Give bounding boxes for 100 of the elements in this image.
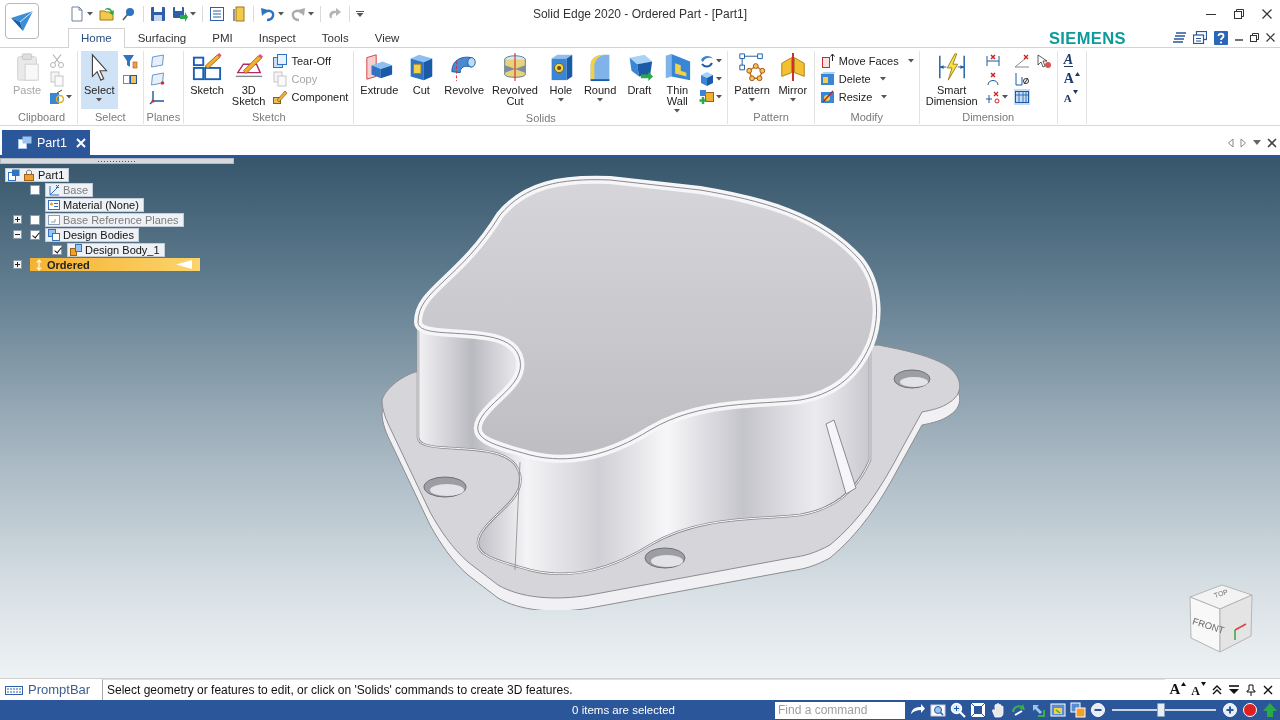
ribbon-tab[interactable]: Home (68, 28, 125, 48)
collapse-icon[interactable] (13, 230, 22, 239)
fit-icon[interactable] (970, 702, 986, 718)
expand-icon[interactable] (13, 260, 22, 269)
text-style-button[interactable]: A (1060, 88, 1083, 106)
hand-icon[interactable] (990, 702, 1006, 718)
close-icon[interactable] (1266, 33, 1275, 42)
tree-item[interactable]: Base Reference Planes (45, 212, 184, 227)
door-icon[interactable] (231, 6, 247, 22)
ribbon-button[interactable]: Revolved Cut (489, 51, 541, 109)
ribbon-tab[interactable]: Surfacing (124, 28, 200, 47)
ribbon-button[interactable]: Select (81, 51, 118, 109)
list-icon[interactable] (209, 6, 225, 22)
slider-thumb[interactable] (1156, 703, 1165, 717)
right-arrow-icon[interactable] (1240, 137, 1247, 148)
linear-dimension-icon[interactable] (984, 53, 1001, 69)
checkbox[interactable] (30, 184, 40, 195)
ribbon-button[interactable]: Revolve (441, 51, 488, 109)
cascade-icon[interactable] (1172, 31, 1186, 44)
diagonal-arrow-icon[interactable] (1030, 702, 1046, 718)
zoom-icon[interactable] (950, 702, 966, 718)
close-icon[interactable] (1267, 137, 1277, 148)
caret-icon[interactable] (907, 59, 914, 63)
caret-icon[interactable] (597, 98, 604, 102)
ribbon-tab[interactable]: Tools (308, 28, 362, 47)
ribbon-button[interactable]: Hole (542, 51, 579, 109)
ribbon-button[interactable]: Mirror (774, 51, 811, 109)
help-icon[interactable] (1214, 30, 1228, 45)
ribbon-button[interactable]: Tear-Off (270, 52, 351, 70)
app-menu-button[interactable] (5, 3, 39, 39)
block-ring-icon[interactable] (49, 89, 65, 105)
pin-icon[interactable] (121, 6, 137, 22)
caret-icon[interactable] (356, 11, 364, 17)
font-size-button[interactable]: A (1191, 682, 1206, 697)
ribbon-button[interactable]: Draft (621, 51, 658, 109)
angle-dimension-icon[interactable] (1013, 53, 1030, 69)
tile-windows-icon[interactable] (1193, 31, 1207, 44)
checkbox[interactable] (30, 229, 40, 240)
pin-icon[interactable] (1245, 683, 1257, 696)
cursor-dot-icon[interactable] (1035, 53, 1052, 69)
caret-icon[interactable] (881, 95, 888, 99)
checkbox[interactable] (52, 244, 62, 255)
zoom-out-icon[interactable] (1090, 702, 1106, 718)
panel-grip[interactable] (0, 158, 234, 164)
add-blocks-icon[interactable] (699, 89, 716, 105)
ribbon-button[interactable]: Thin Wall (659, 51, 696, 113)
caret-icon[interactable] (1253, 140, 1261, 145)
ribbon-button[interactable]: Component (270, 88, 351, 106)
tree-item[interactable]: Design Body_1 (67, 242, 165, 257)
collapse-down-icon[interactable] (1228, 683, 1240, 696)
ribbon-button[interactable]: Extrude (357, 51, 402, 109)
diameter-dimension-icon[interactable] (1013, 71, 1030, 87)
expand-icon[interactable] (13, 215, 22, 224)
arc-dimension-icon[interactable] (984, 71, 1001, 87)
caret-icon[interactable] (716, 95, 723, 99)
ribbon-button[interactable]: Cut (403, 51, 440, 109)
text-style-button[interactable]: A (1060, 70, 1083, 88)
caret-icon[interactable] (96, 98, 103, 102)
folder-icon[interactable] (99, 6, 115, 22)
caret-icon[interactable] (789, 98, 796, 102)
zoom-in-icon[interactable] (1222, 702, 1238, 718)
grid-icon[interactable] (1013, 89, 1030, 105)
caret-icon[interactable] (190, 12, 196, 16)
ribbon-tab[interactable]: PMI (199, 28, 246, 47)
caret-icon[interactable] (87, 12, 93, 16)
ribbon-tab[interactable]: View (361, 28, 413, 47)
plane-point-icon[interactable] (148, 71, 165, 87)
ribbon-button[interactable]: Sketch (187, 51, 227, 109)
caret-icon[interactable] (716, 77, 723, 81)
cube-icon[interactable] (699, 71, 716, 87)
caret-icon[interactable] (1001, 95, 1008, 99)
overlap-squares-icon[interactable] (1070, 702, 1086, 718)
floppy-arrow-icon[interactable] (172, 6, 188, 22)
ribbon-button[interactable]: Round (580, 51, 620, 109)
ribbon-button[interactable]: Smart Dimension (922, 51, 981, 109)
tree-item[interactable]: Design Bodies (45, 227, 139, 242)
keyboard-icon[interactable] (5, 683, 23, 696)
chevrons-up-icon[interactable] (1211, 683, 1223, 696)
ribbon-button[interactable]: Pattern (731, 51, 773, 109)
swirl-icon[interactable] (699, 53, 716, 69)
text-style-button[interactable]: A (1060, 52, 1083, 70)
left-arrow-icon[interactable] (1227, 137, 1234, 148)
command-search-field[interactable]: Find a command (775, 701, 905, 719)
caret-icon[interactable] (278, 12, 284, 16)
funnel-icon[interactable] (121, 53, 138, 69)
tree-item[interactable]: Part1 (5, 167, 70, 182)
caret-icon[interactable] (66, 95, 72, 99)
document-tab[interactable]: Part1 (2, 130, 90, 155)
axes-icon[interactable] (148, 89, 165, 105)
ribbon-button[interactable]: 3D Sketch (228, 51, 269, 109)
close-icon[interactable] (1262, 683, 1274, 696)
tree-item[interactable]: Base (45, 182, 94, 197)
plane-icon[interactable] (148, 53, 165, 69)
ribbon-button[interactable]: Resize (817, 88, 916, 106)
tree-item[interactable]: Ordered (30, 258, 200, 271)
caret-icon[interactable] (749, 98, 756, 102)
close-icon[interactable] (1262, 9, 1272, 19)
ribbon-tab[interactable]: Inspect (245, 28, 309, 47)
record-icon[interactable] (1242, 702, 1258, 718)
ribbon-button[interactable]: Delete (817, 70, 916, 88)
